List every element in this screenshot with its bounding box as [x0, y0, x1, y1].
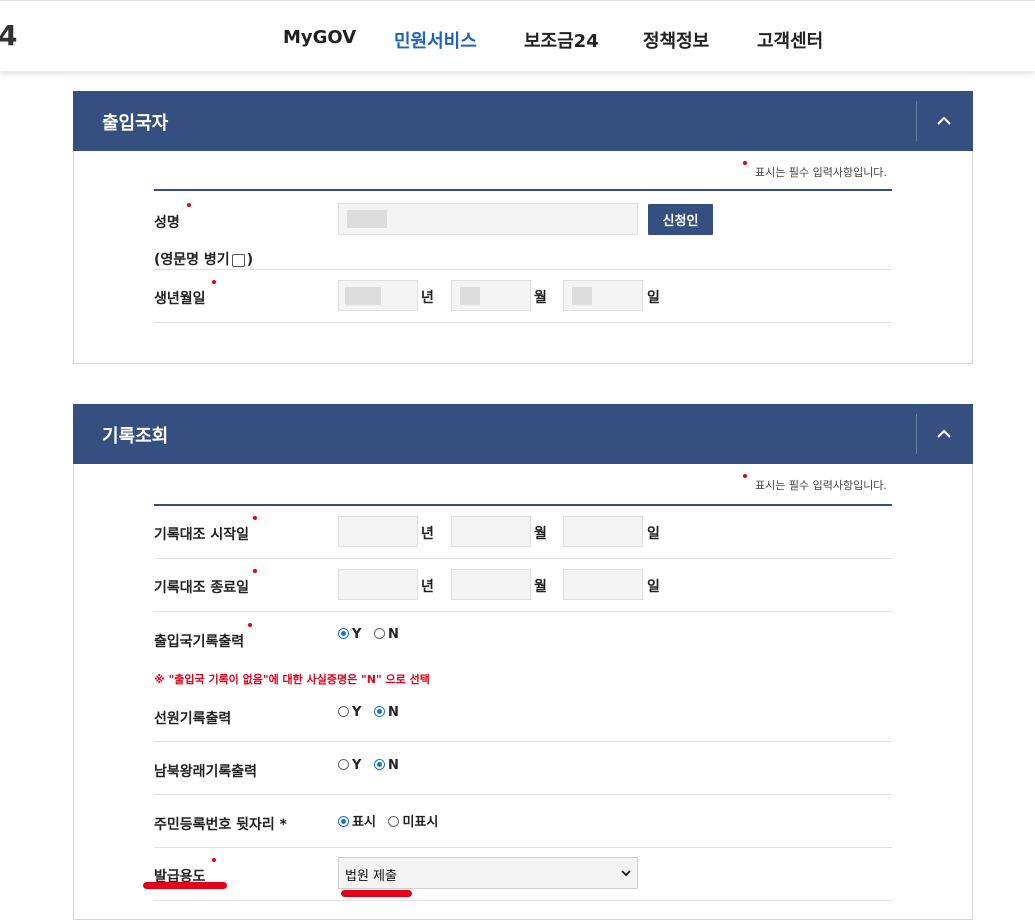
year-unit: 년 — [421, 290, 434, 306]
chevron-up-icon[interactable] — [935, 112, 953, 130]
name-label: 성명 — [154, 215, 180, 231]
start-month-input[interactable] — [451, 516, 531, 547]
resident-number-options: 표시 미표시 — [338, 811, 446, 830]
row-divider — [154, 611, 892, 612]
option-n-label: N — [387, 758, 399, 773]
nav-customer-center[interactable]: 고객센터 — [757, 27, 823, 53]
row-divider — [154, 794, 892, 795]
seaman-n-radio[interactable] — [373, 706, 385, 717]
redacted-value — [572, 287, 592, 305]
birth-day-input[interactable] — [563, 280, 643, 311]
nav-policy-info[interactable]: 정책정보 — [643, 27, 709, 53]
end-month-input[interactable] — [451, 569, 531, 600]
resident-show-radio[interactable] — [338, 816, 349, 827]
required-dot — [248, 623, 252, 627]
row-divider — [154, 269, 892, 270]
required-dot — [187, 203, 191, 207]
header-divider — [916, 101, 917, 141]
redacted-value — [345, 287, 381, 305]
row-divider — [154, 900, 892, 901]
english-name-label: (영문명 병기 — [154, 252, 230, 268]
required-dot — [253, 516, 257, 520]
annotation-underline — [341, 890, 412, 897]
resident-number-label: 주민등록번호 뒷자리 * — [154, 817, 287, 833]
nav-civil-service[interactable]: 민원서비스 — [394, 27, 477, 53]
option-hide-label: 미표시 — [402, 815, 439, 830]
english-name-checkbox[interactable] — [231, 253, 245, 267]
issue-purpose-value: 법원 제출 — [345, 869, 397, 884]
row-divider — [154, 322, 892, 323]
chevron-down-icon — [621, 870, 631, 877]
start-day-input[interactable] — [563, 516, 643, 547]
english-name-option: (영문명 병기) — [154, 249, 253, 269]
site-logo[interactable]: 4 — [0, 19, 17, 52]
nav-mygov[interactable]: MyGOV — [283, 27, 356, 48]
issue-purpose-select[interactable]: 법원 제출 — [338, 857, 638, 889]
option-y-label: Y — [352, 705, 362, 720]
required-dot — [253, 569, 257, 573]
intra-korea-n-radio[interactable] — [373, 759, 385, 770]
section-record-header: 기록조회 — [73, 404, 973, 464]
option-show-label: 표시 — [352, 815, 376, 830]
seaman-record-label: 선원기록출력 — [154, 711, 232, 727]
chevron-up-icon[interactable] — [935, 425, 953, 443]
intra-korea-record-label: 남북왕래기록출력 — [154, 764, 258, 780]
annotation-underline — [143, 882, 227, 889]
required-dot — [743, 474, 747, 478]
month-unit: 월 — [534, 579, 547, 595]
end-date-label: 기록대조 종료일 — [154, 580, 250, 596]
required-dot — [212, 858, 216, 862]
month-unit: 월 — [534, 290, 547, 306]
header-divider — [916, 414, 917, 454]
row-divider — [154, 558, 892, 559]
end-day-input[interactable] — [563, 569, 643, 600]
day-unit: 일 — [647, 579, 660, 595]
intra-korea-y-radio[interactable] — [338, 759, 349, 770]
immigration-record-options: Y N — [338, 627, 407, 642]
name-input[interactable] — [338, 203, 638, 235]
section-traveler-header: 출입국자 — [73, 91, 973, 151]
day-unit: 일 — [647, 290, 660, 306]
row-divider — [154, 741, 892, 742]
option-y-label: Y — [352, 758, 362, 773]
required-dot — [743, 161, 747, 165]
seaman-y-radio[interactable] — [338, 706, 349, 717]
immigration-y-radio[interactable] — [338, 628, 349, 639]
form-top-rule — [154, 189, 892, 191]
start-date-label: 기록대조 시작일 — [154, 527, 250, 543]
birth-date-label: 생년월일 — [154, 291, 206, 307]
row-divider — [154, 847, 892, 848]
resident-hide-radio[interactable] — [388, 816, 400, 827]
intra-korea-record-options: Y N — [338, 758, 407, 773]
seaman-record-options: Y N — [338, 705, 407, 720]
immigration-n-radio[interactable] — [373, 628, 385, 639]
section-record-title: 기록조회 — [102, 426, 169, 447]
nav-subsidy24[interactable]: 보조금24 — [524, 27, 599, 53]
immigration-record-label: 출입국기록출력 — [154, 634, 245, 650]
english-name-close: ) — [246, 252, 254, 268]
redacted-value — [460, 287, 480, 305]
section-traveler-title: 출입국자 — [102, 113, 169, 134]
end-year-input[interactable] — [338, 569, 418, 600]
form-top-rule — [154, 504, 892, 506]
month-unit: 월 — [534, 526, 547, 542]
required-note: 표시는 필수 입력사항입니다. — [755, 479, 887, 492]
redacted-value — [347, 210, 387, 228]
required-note: 표시는 필수 입력사항입니다. — [755, 166, 887, 179]
top-navigation-bar: 4 MyGOV 민원서비스 보조금24 정책정보 고객센터 — [0, 0, 1035, 71]
day-unit: 일 — [647, 526, 660, 542]
birth-month-input[interactable] — [451, 280, 531, 311]
option-n-label: N — [387, 705, 399, 720]
option-y-label: Y — [352, 627, 362, 642]
applicant-button[interactable]: 신청인 — [648, 204, 713, 235]
birth-year-input[interactable] — [338, 280, 418, 311]
required-dot — [212, 280, 216, 284]
no-record-warning: ※ "출입국 기록이 없음"에 대한 사실증명은 "N" 으로 선택 — [154, 673, 430, 686]
start-year-input[interactable] — [338, 516, 418, 547]
option-n-label: N — [387, 627, 399, 642]
year-unit: 년 — [421, 526, 434, 542]
year-unit: 년 — [421, 579, 434, 595]
